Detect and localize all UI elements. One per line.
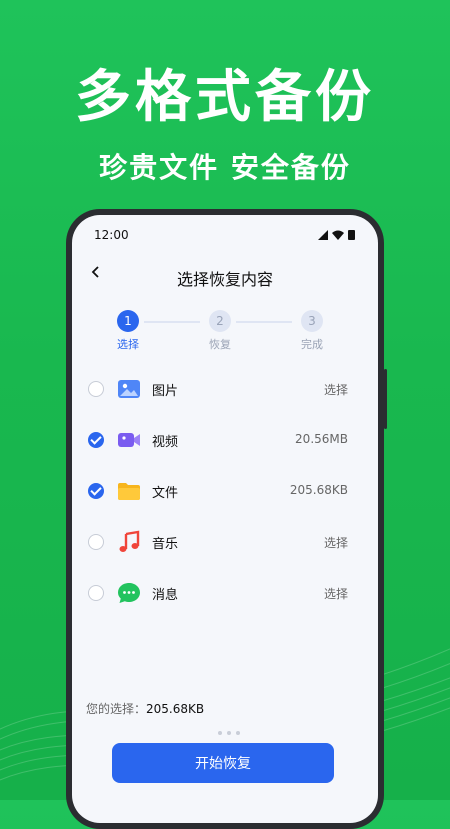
list-item-size: 205.68KB: [289, 483, 348, 497]
chat-bubble-icon: [118, 583, 140, 603]
checkbox-videos[interactable]: [88, 432, 104, 448]
list-item-files[interactable]: 文件 205.68KB: [72, 467, 378, 518]
checkbox-messages[interactable]: [88, 585, 104, 601]
list-item-label: 图片: [152, 384, 179, 399]
hero-subtitle: 珍贵文件 安全备份: [99, 151, 351, 184]
phone-side-button: [384, 369, 387, 429]
list-item-select[interactable]: 选择: [324, 534, 348, 551]
page-indicator: [218, 731, 240, 735]
selection-label: 您的选择：: [86, 702, 147, 716]
selection-summary: 您的选择：205.68KB: [86, 700, 204, 717]
checkbox-files[interactable]: [88, 483, 104, 499]
status-bar: 12:00: [72, 215, 378, 251]
step-number: 3: [301, 310, 323, 332]
checkbox-music[interactable]: [88, 534, 104, 550]
step-connector: [236, 321, 292, 323]
folder-icon: [118, 483, 140, 500]
list-item-size: 20.56MB: [295, 432, 348, 446]
page-title: 选择恢复内容: [176, 270, 273, 289]
phone-mockup: 12:00 选择恢复内容 1 选择 2 恢复 3 完成 图片 选择 视频 20.…: [66, 209, 387, 829]
image-icon: [118, 380, 140, 398]
step-number: 1: [117, 310, 139, 332]
status-time: 12:00: [94, 228, 129, 242]
wifi-icon: [332, 230, 344, 240]
start-restore-button[interactable]: 开始恢复: [112, 743, 334, 783]
list-item-label: 视频: [152, 435, 179, 450]
phone-screen: 12:00 选择恢复内容 1 选择 2 恢复 3 完成 图片 选择 视频 20.…: [72, 215, 378, 823]
music-note-icon: [119, 530, 140, 552]
step-connector: [144, 321, 200, 323]
list-item-videos[interactable]: 视频 20.56MB: [72, 416, 378, 467]
status-icons: [318, 230, 355, 240]
list-item-messages[interactable]: 消息 选择: [72, 569, 378, 620]
step-indicator: 1 选择 2 恢复 3 完成: [108, 310, 346, 354]
step-label: 恢复: [209, 338, 231, 351]
battery-icon: [348, 230, 355, 240]
list-item-select[interactable]: 选择: [324, 585, 348, 602]
step-label: 选择: [117, 338, 139, 351]
video-icon: [118, 433, 140, 447]
list-item-label: 消息: [152, 588, 179, 603]
step-2: 2 恢复: [200, 310, 240, 352]
list-item-select[interactable]: 选择: [324, 381, 348, 398]
hero-title: 多格式备份: [75, 65, 375, 130]
list-item-label: 音乐: [152, 537, 179, 552]
list-item-music[interactable]: 音乐 选择: [72, 518, 378, 569]
content-type-list: 图片 选择 视频 20.56MB 文件 205.68KB 音乐 选择 消息 选择: [72, 365, 378, 620]
step-1: 1 选择: [108, 310, 148, 352]
step-label: 完成: [301, 338, 323, 351]
step-number: 2: [209, 310, 231, 332]
list-item-images[interactable]: 图片 选择: [72, 365, 378, 416]
selection-value: 205.68KB: [146, 702, 205, 716]
signal-icon: [318, 230, 328, 240]
nav-bar: 选择恢复内容: [72, 255, 378, 295]
list-item-label: 文件: [152, 486, 179, 501]
step-3: 3 完成: [292, 310, 332, 352]
checkbox-images[interactable]: [88, 381, 104, 397]
